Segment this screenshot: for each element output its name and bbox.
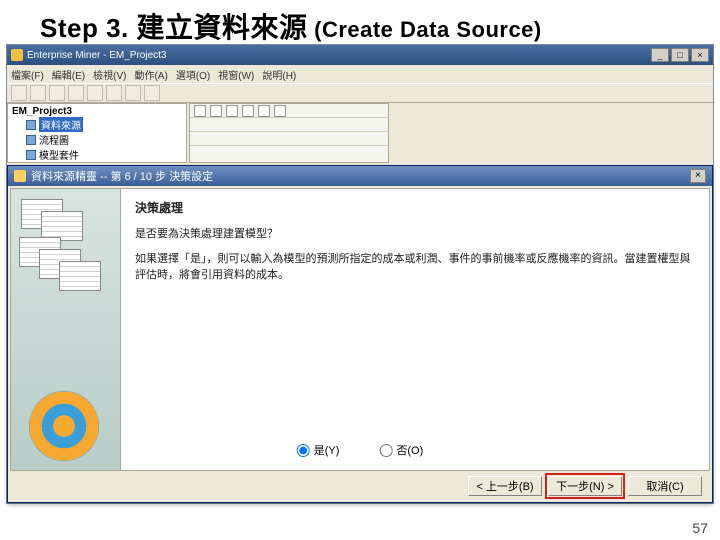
sheet-icon: [59, 261, 101, 291]
radio-yes-text: 是(Y): [314, 442, 340, 458]
step-prefix: Step 3.: [40, 13, 136, 43]
tree-item-label: 模型套件: [39, 147, 79, 162]
next-button[interactable]: 下一步(N) >: [548, 476, 622, 496]
toolbar: [7, 83, 713, 103]
prop-button[interactable]: [242, 105, 254, 117]
toolbar-button[interactable]: [144, 85, 160, 101]
radio-yes-label[interactable]: 是(Y): [297, 442, 340, 458]
close-button[interactable]: ×: [691, 48, 709, 62]
maximize-button[interactable]: □: [671, 48, 689, 62]
radio-yes[interactable]: [297, 444, 310, 457]
prop-button[interactable]: [258, 105, 270, 117]
prop-button[interactable]: [226, 105, 238, 117]
tree-item-diagram[interactable]: 流程圖: [12, 132, 182, 147]
wizard-radio-group: 是(Y) 否(O): [297, 442, 424, 458]
tree-item-label: 資料來源: [39, 117, 83, 132]
toolbar-button[interactable]: [49, 85, 65, 101]
property-row: [190, 118, 388, 132]
main-window-title: Enterprise Miner - EM_Project3: [27, 50, 649, 61]
folder-icon: [26, 120, 36, 130]
wizard-question: 是否要為決策處理建置模型？: [135, 226, 695, 243]
slide-title-zh: 建立資料來源: [136, 13, 307, 44]
property-row: [190, 132, 388, 146]
menu-options[interactable]: 選項(O): [176, 67, 210, 82]
menu-edit[interactable]: 編輯(E): [52, 67, 85, 82]
slide-title: Step 3. 建立資料來源 (Create Data Source): [0, 0, 720, 50]
tree-item-label: 流程圖: [39, 132, 69, 147]
main-title-bar: Enterprise Miner - EM_Project3 _ □ ×: [7, 45, 713, 65]
prop-button[interactable]: [210, 105, 222, 117]
wizard-footer: < 上一步(B) 下一步(N) > 取消(C): [10, 470, 710, 500]
app-icon: [11, 49, 23, 61]
menu-file[interactable]: 檔案(F): [11, 67, 44, 82]
wizard-heading: 決策處理: [135, 199, 695, 216]
folder-icon: [26, 135, 36, 145]
toolbar-button[interactable]: [11, 85, 27, 101]
menu-window[interactable]: 視窗(W): [218, 67, 254, 82]
slide-page-number: 57: [692, 520, 708, 536]
tree-item-datasource[interactable]: 資料來源: [12, 117, 182, 132]
wizard-explain: 如果選擇「是」，則可以輸入為模型的預測所指定的成本或利潤、事件的事前機率或反應機…: [135, 251, 695, 284]
wizard-title-text: 資料來源精靈 -- 第 6 / 10 步 決策設定: [31, 168, 213, 184]
cancel-button[interactable]: 取消(C): [628, 476, 702, 496]
toolbar-button[interactable]: [87, 85, 103, 101]
minimize-button[interactable]: _: [651, 48, 669, 62]
menu-bar: 檔案(F) 編輯(E) 檢視(V) 動作(A) 選項(O) 視窗(W) 說明(H…: [7, 65, 713, 83]
main-app-window: Enterprise Miner - EM_Project3 _ □ × 檔案(…: [6, 44, 714, 504]
toolbar-button[interactable]: [125, 85, 141, 101]
menu-view[interactable]: 檢視(V): [93, 67, 126, 82]
toolbar-button[interactable]: [68, 85, 84, 101]
radio-no[interactable]: [379, 444, 392, 457]
prop-button[interactable]: [194, 105, 206, 117]
toolbar-button[interactable]: [30, 85, 46, 101]
radio-no-text: 否(O): [396, 442, 423, 458]
folder-icon: [26, 150, 36, 160]
wizard-body: 決策處理 是否要為決策處理建置模型？ 如果選擇「是」，則可以輸入為模型的預測所指…: [10, 188, 710, 472]
menu-help[interactable]: 說明(H): [262, 67, 296, 82]
property-row: [190, 104, 388, 118]
data-source-wizard-dialog: 資料來源精靈 -- 第 6 / 10 步 決策設定 × 決策處理 是否要為決策處…: [7, 165, 713, 503]
wizard-sidebar-art: [11, 189, 121, 471]
toolbar-button[interactable]: [106, 85, 122, 101]
properties-pane: [189, 103, 389, 163]
project-tree-pane: EM_Project3 資料來源 流程圖 模型套件: [7, 103, 187, 163]
tree-root[interactable]: EM_Project3: [12, 106, 182, 117]
target-icon: [29, 391, 99, 461]
wizard-content: 決策處理 是否要為決策處理建置模型？ 如果選擇「是」，則可以輸入為模型的預測所指…: [121, 189, 709, 471]
prop-button[interactable]: [274, 105, 286, 117]
radio-no-label[interactable]: 否(O): [379, 442, 423, 458]
wizard-icon: [14, 170, 26, 182]
menu-actions[interactable]: 動作(A): [134, 67, 167, 82]
tree-item-model-pkg[interactable]: 模型套件: [12, 147, 182, 162]
slide-title-en: (Create Data Source): [308, 17, 542, 42]
back-button[interactable]: < 上一步(B): [468, 476, 542, 496]
wizard-close-button[interactable]: ×: [690, 169, 706, 183]
wizard-title-bar: 資料來源精靈 -- 第 6 / 10 步 決策設定 ×: [8, 166, 712, 186]
